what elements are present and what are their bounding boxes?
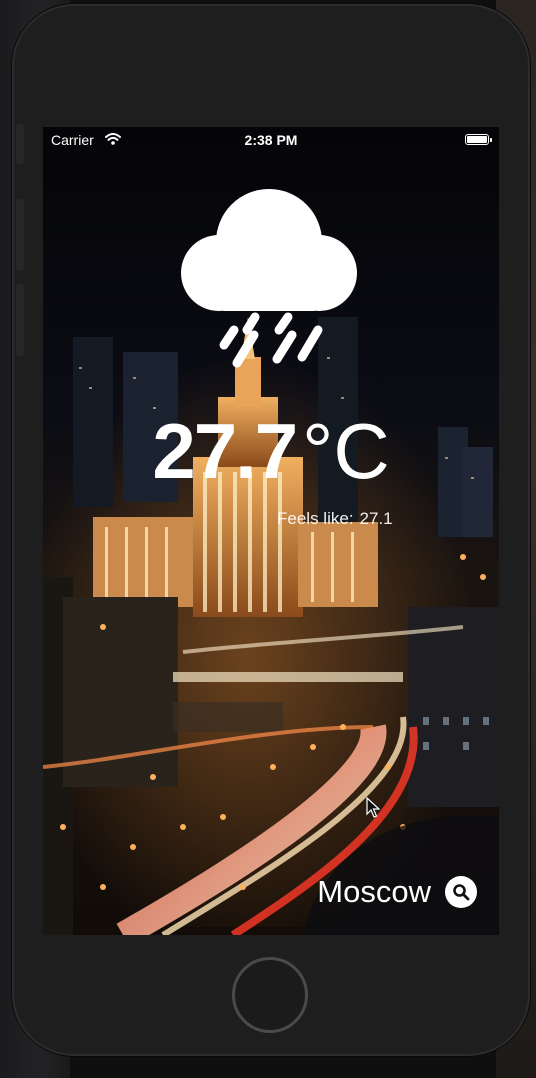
volume-up-button (16, 199, 24, 271)
volume-down-button (16, 284, 24, 356)
city-name: Moscow (317, 874, 431, 909)
temperature-value: 27.7 (152, 407, 298, 495)
home-button[interactable] (232, 957, 308, 1033)
mute-switch (16, 124, 24, 164)
mouse-cursor-icon (366, 797, 380, 818)
temperature-display: 27.7°C (43, 412, 499, 490)
search-icon (453, 884, 470, 901)
cloud-rain-icon (181, 189, 357, 368)
temperature-unit: °C (302, 407, 390, 495)
battery-full-icon (465, 134, 492, 145)
status-bar: Carrier 2:38 PM (43, 127, 499, 153)
feels-like-value: 27.1 (359, 509, 393, 528)
app-screen: Carrier 2:38 PM 27.7°C Feels like: 27.1 … (43, 127, 499, 935)
search-button[interactable] (445, 876, 477, 908)
feels-like-label: Feels like (277, 509, 349, 528)
location-row: Moscow (317, 874, 477, 910)
feels-like-row: Feels like: 27.1 (277, 509, 393, 528)
status-time: 2:38 PM (244, 132, 298, 148)
